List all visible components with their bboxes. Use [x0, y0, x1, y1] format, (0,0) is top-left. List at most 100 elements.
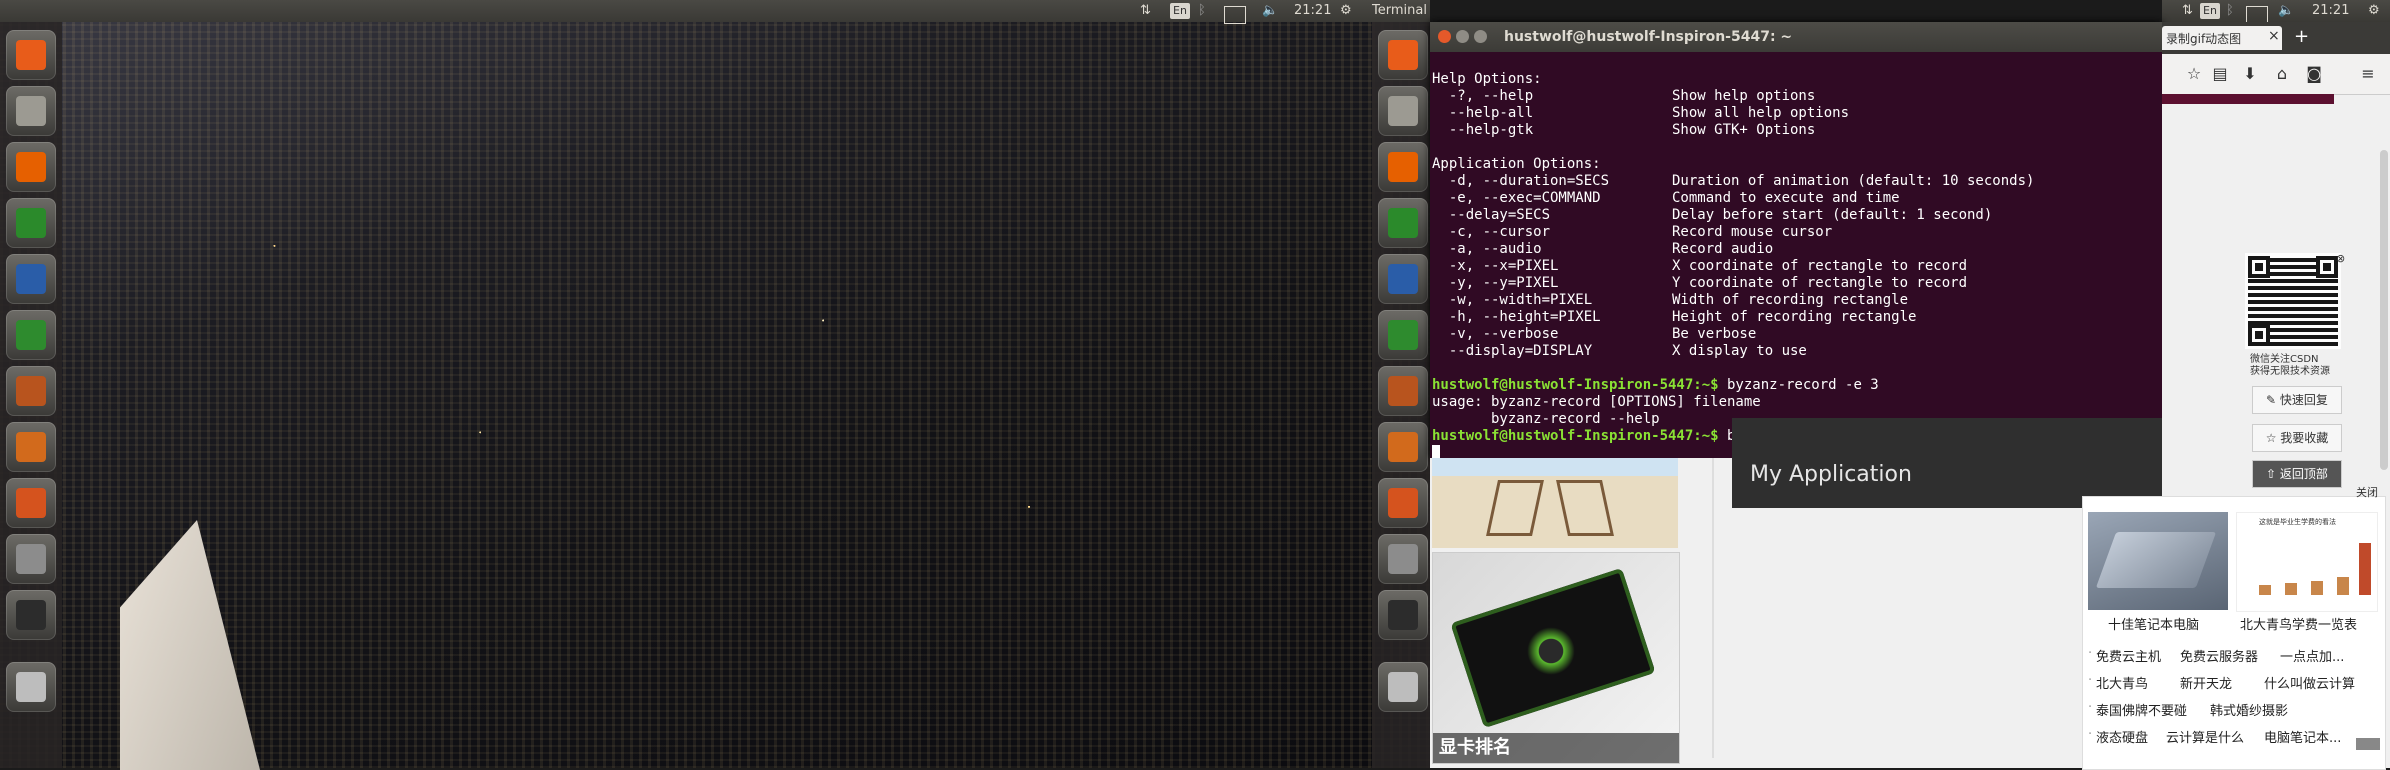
- bluetooth-icon[interactable]: ᛒ: [2226, 3, 2234, 19]
- launcher-vim-button[interactable]: [6, 198, 56, 248]
- calc-icon: [16, 320, 46, 350]
- launcher-files-button[interactable]: [6, 86, 56, 136]
- active-app-title: Terminal: [1372, 3, 1427, 18]
- bookmark-star-icon[interactable]: ☆: [2184, 64, 2204, 84]
- launcher-trash-button[interactable]: [6, 662, 56, 712]
- terminal-icon: [16, 600, 46, 630]
- browser-toolbar: ☆ ▤ ⬇ ⌂ ◙ ≡: [2162, 54, 2390, 95]
- gpu-thumbnail[interactable]: 显卡排名: [1432, 552, 1680, 764]
- ad-link[interactable]: 液态硬盘: [2096, 727, 2148, 746]
- launcher-writer-button[interactable]: [6, 254, 56, 304]
- launcher-software-center-button[interactable]: [1378, 422, 1428, 472]
- terminal-line: -h, --height=PIXEL Height of recording re…: [1432, 309, 1917, 325]
- launcher-vim-button[interactable]: [1378, 198, 1428, 248]
- impress-icon: [16, 376, 46, 406]
- launcher-left: [0, 22, 62, 768]
- close-button[interactable]: [1438, 30, 1451, 43]
- laptop-thumbnail[interactable]: [2088, 512, 2228, 610]
- launcher-terminal-button[interactable]: [6, 590, 56, 640]
- clock[interactable]: 21:21: [2312, 3, 2349, 19]
- launcher-impress-button[interactable]: [1378, 366, 1428, 416]
- ad-link[interactable]: 免费云主机: [2096, 646, 2161, 665]
- ad-link[interactable]: 北大青鸟: [2096, 673, 2148, 692]
- launcher-dash-home-button[interactable]: [6, 30, 56, 80]
- download-icon[interactable]: ⬇: [2240, 64, 2260, 84]
- terminal-line: -v, --verbose Be verbose: [1432, 326, 1757, 342]
- launcher-help-button[interactable]: [1378, 534, 1428, 584]
- terminal-window[interactable]: hustwolf@hustwolf-Inspiron-5447: ~ Help …: [1430, 22, 2162, 458]
- bluetooth-icon[interactable]: ᛒ: [1198, 3, 1206, 19]
- ad-link[interactable]: 新开天龙: [2180, 673, 2232, 692]
- ad-link[interactable]: 电脑笔记本...: [2264, 727, 2341, 746]
- ad-link[interactable]: 韩式婚纱摄影: [2210, 700, 2288, 719]
- reading-list-icon[interactable]: ▤: [2210, 64, 2230, 84]
- terminal-body[interactable]: Help Options: -?, --help Show help option…: [1430, 52, 2162, 458]
- files-icon: [1388, 96, 1418, 126]
- clock[interactable]: 21:21: [1294, 3, 1331, 19]
- launcher-system-settings-button[interactable]: [1378, 478, 1428, 528]
- volume-icon[interactable]: 🔈: [1262, 3, 1278, 19]
- beach-thumbnail[interactable]: [1432, 458, 1678, 548]
- maximize-button[interactable]: [1474, 30, 1487, 43]
- volume-icon[interactable]: 🔈: [2278, 3, 2294, 19]
- launcher-system-settings-button[interactable]: [6, 478, 56, 528]
- launcher-trash-button[interactable]: [1378, 662, 1428, 712]
- browser-tab-label: 录制gif动态图: [2166, 32, 2242, 46]
- software-center-icon: [1388, 432, 1418, 462]
- launcher-dash-home-button[interactable]: [1378, 30, 1428, 80]
- help-icon: [1388, 544, 1418, 574]
- ad-chart-title: 这就是毕业生学费的看法: [2259, 518, 2336, 526]
- favorite-button[interactable]: ☆ 我要收藏: [2252, 424, 2342, 452]
- fee-chart-thumbnail[interactable]: 这就是毕业生学费的看法: [2236, 512, 2378, 612]
- browser-tab[interactable]: 录制gif动态图: [2162, 26, 2282, 50]
- terminal-line: -a, --audio Record audio: [1432, 241, 1774, 257]
- home-icon[interactable]: ⌂: [2272, 64, 2292, 84]
- gear-icon[interactable]: ⚙: [2368, 3, 2380, 19]
- launcher-firefox-button[interactable]: [1378, 142, 1428, 192]
- launcher-terminal-button[interactable]: [1378, 590, 1428, 640]
- page-divider: [1712, 458, 1714, 758]
- launcher-help-button[interactable]: [6, 534, 56, 584]
- launcher-files-button[interactable]: [1378, 86, 1428, 136]
- pocket-icon[interactable]: ◙: [2304, 64, 2324, 84]
- ad-link[interactable]: 免费云服务器: [2180, 646, 2258, 665]
- ad-link[interactable]: 一点点加...: [2280, 646, 2344, 665]
- terminal-line: --delay=SECS Delay before start (default:…: [1432, 207, 1993, 223]
- gear-icon[interactable]: ⚙: [1340, 3, 1352, 19]
- terminal-titlebar[interactable]: hustwolf@hustwolf-Inspiron-5447: ~: [1430, 22, 2162, 52]
- launcher-calc-button[interactable]: [1378, 310, 1428, 360]
- qr-caption-2: 获得无限技术资源: [2250, 366, 2330, 377]
- scrollbar[interactable]: [2380, 150, 2388, 470]
- new-tab-button[interactable]: +: [2294, 26, 2309, 47]
- launcher-impress-button[interactable]: [6, 366, 56, 416]
- terminal-line: --help-all Show all help options: [1432, 105, 1850, 121]
- launcher-calc-button[interactable]: [6, 310, 56, 360]
- ad-caption-1[interactable]: 十佳笔记本电脑: [2108, 614, 2199, 633]
- terminal-line: --help-gtk Show GTK+ Options: [1432, 122, 1816, 138]
- ad-link[interactable]: 泰国佛牌不要碰: [2096, 700, 2187, 719]
- launcher-software-center-button[interactable]: [6, 422, 56, 472]
- ad-badge: [2356, 738, 2380, 750]
- launcher-writer-button[interactable]: [1378, 254, 1428, 304]
- gpu-caption: 显卡排名: [1439, 737, 1511, 758]
- keyboard-indicator[interactable]: En: [2200, 3, 2220, 19]
- launcher-firefox-button[interactable]: [6, 142, 56, 192]
- top-panel-left: ⇅ En ᛒ 🔈 21:21 ⚙ Terminal: [0, 0, 1430, 24]
- ad-link[interactable]: 什么叫做云计算: [2264, 673, 2355, 692]
- writer-icon: [16, 264, 46, 294]
- battery-icon[interactable]: [1224, 6, 1246, 24]
- terminal-title: hustwolf@hustwolf-Inspiron-5447: ~: [1504, 29, 1793, 45]
- minimize-button[interactable]: [1456, 30, 1469, 43]
- ad-caption-2[interactable]: 北大青鸟学费一览表: [2240, 614, 2357, 633]
- ad-link[interactable]: 云计算是什么: [2166, 727, 2244, 746]
- keyboard-indicator[interactable]: En: [1170, 3, 1190, 19]
- qr-close-icon[interactable]: ⊗: [2336, 252, 2345, 265]
- network-icon[interactable]: ⇅: [2182, 3, 2193, 19]
- network-icon[interactable]: ⇅: [1140, 3, 1151, 19]
- back-to-top-button[interactable]: ⇧ 返回顶部: [2252, 460, 2342, 488]
- quick-reply-button[interactable]: ✎ 快速回复: [2252, 386, 2342, 414]
- close-tab-icon[interactable]: ×: [2268, 28, 2280, 44]
- ad-close-link[interactable]: 关闭: [2356, 484, 2378, 500]
- files-icon: [16, 96, 46, 126]
- menu-icon[interactable]: ≡: [2358, 64, 2378, 84]
